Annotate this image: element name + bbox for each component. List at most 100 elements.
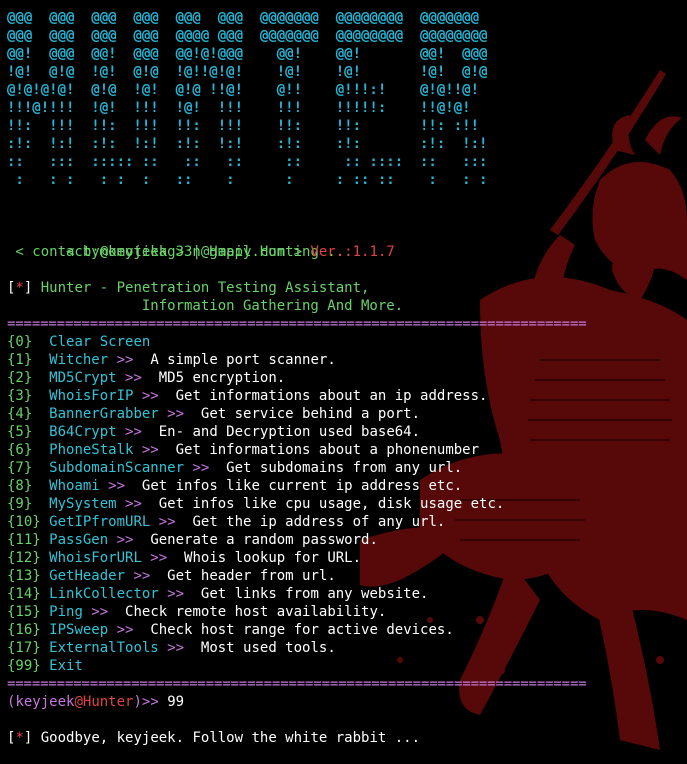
menu-item-name: MD5Crypt	[49, 370, 117, 386]
contact-line: < contact:nomotikag33n@gmail.com > Ver.:…	[7, 243, 682, 261]
menu-item-number: {13}	[7, 568, 41, 584]
credits-line: < by@keyjeek > | Happy Hunting ...	[7, 225, 682, 260]
menu-item[interactable]: {11} PassGen >> Generate a random passwo…	[7, 531, 682, 549]
menu-item-name: GetIPfromURL	[49, 514, 151, 530]
menu-item[interactable]: {14} LinkCollector >> Get links from any…	[7, 585, 682, 603]
menu-item-arrow: >>	[158, 640, 185, 656]
menu-item-arrow: >>	[150, 514, 176, 530]
menu-item-description: Most used tools.	[184, 640, 336, 656]
tool-title-line: [*] Hunter - Penetration Testing Assista…	[7, 280, 370, 296]
star-marker: *	[15, 280, 24, 296]
menu-item-arrow: >>	[133, 388, 159, 404]
menu-item-description: Get informations about a phonenumber	[158, 442, 480, 458]
menu-item[interactable]: {4} BannerGrabber >> Get service behind …	[7, 405, 682, 423]
tool-title: Hunter - Penetration Testing Assistant,	[32, 280, 370, 296]
banner-row: @@@ @@@ @@@ @@@ @@@@ @@@ @@@@@@@ @@@@@@@…	[7, 28, 488, 44]
menu-item-name: GetHeader	[49, 568, 126, 584]
menu-item-description: Get subdomains from any url.	[209, 460, 463, 476]
menu-item-spacer	[32, 334, 49, 350]
menu-item-number: {12}	[7, 550, 41, 566]
menu-list: {0} Clear Screen {1} Witcher >> A simple …	[7, 333, 682, 675]
menu-item-description: MD5 encryption.	[141, 370, 286, 386]
menu-item[interactable]: {5} B64Crypt >> En- and Decryption used …	[7, 423, 682, 441]
menu-item-description: Get infos like cpu usage, disk usage etc…	[141, 496, 505, 512]
menu-item[interactable]: {13} GetHeader >> Get header from url.	[7, 567, 682, 585]
menu-item[interactable]: {2} MD5Crypt >> MD5 encryption.	[7, 369, 682, 387]
menu-item-arrow: >>	[108, 622, 134, 638]
banner-row: : : : : : : :: : : : :: :: : : :	[7, 172, 488, 188]
menu-item-description: Get the ip address of any url.	[175, 514, 446, 530]
menu-item-spacer	[32, 370, 49, 386]
menu-item-spacer	[41, 568, 49, 584]
menu-item-name: IPSweep	[49, 622, 109, 638]
menu-item-spacer	[41, 604, 49, 620]
banner-row: :!: !:! :!: !:! :!: !:! :!: :!: :!: !:!	[7, 136, 488, 152]
tool-subtitle: Information Gathering And More.	[7, 298, 404, 314]
menu-item[interactable]: {15} Ping >> Check remote host availabil…	[7, 603, 682, 621]
menu-item[interactable]: {8} Whoami >> Get infos like current ip …	[7, 477, 682, 495]
menu-item-description: Get header from url.	[150, 568, 336, 584]
menu-item-name: Whoami	[49, 478, 100, 494]
menu-item-spacer	[32, 442, 49, 458]
menu-item-number: {1}	[7, 352, 33, 368]
menu-item-spacer	[41, 586, 49, 602]
menu-item-spacer	[32, 460, 49, 476]
star-marker: *	[15, 730, 24, 746]
menu-item-number: {14}	[7, 586, 41, 602]
menu-item-description: Get links from any website.	[184, 586, 429, 602]
separator-top: ========================================…	[7, 316, 587, 332]
menu-item-name: LinkCollector	[49, 586, 159, 602]
menu-item-spacer	[32, 406, 49, 422]
banner-row: @@! @@@ @@! @@@ @@!@!@@@ @@! @@! @@! @@@	[7, 46, 488, 62]
menu-item-name: WhoisForIP	[49, 388, 134, 404]
banner-row: :: ::: ::::: :: :: :: :: :: :::: :: :::	[7, 154, 488, 170]
menu-item-name: WhoisForURL	[49, 550, 142, 566]
menu-item[interactable]: {0} Clear Screen	[7, 333, 682, 351]
banner-row: !!: !!! !!: !!! !!: !!! !!: !!: !!: :!!	[7, 118, 480, 134]
menu-item-number: {16}	[7, 622, 41, 638]
menu-item-description: Generate a random password.	[133, 532, 378, 548]
menu-item-name: B64Crypt	[49, 424, 117, 440]
menu-item[interactable]: {7} SubdomainScanner >> Get subdomains f…	[7, 459, 682, 477]
menu-item[interactable]: {99} Exit	[7, 657, 682, 675]
menu-item-spacer	[32, 496, 49, 512]
banner-row: !@! @!@ !@! @!@ !@!!@!@! !@! !@! !@! @!@	[7, 64, 488, 80]
menu-item[interactable]: {9} MySystem >> Get infos like cpu usage…	[7, 495, 682, 513]
banner-row: @@@ @@@ @@@ @@@ @@@ @@@ @@@@@@@ @@@@@@@@…	[7, 10, 480, 26]
menu-item[interactable]: {10} GetIPfromURL >> Get the ip address …	[7, 513, 682, 531]
menu-item-number: {11}	[7, 532, 41, 548]
menu-item[interactable]: {1} Witcher >> A simple port scanner.	[7, 351, 682, 369]
menu-item-number: {7}	[7, 460, 33, 476]
menu-item-spacer	[32, 388, 49, 404]
version-value: 1.1.7	[352, 244, 395, 260]
menu-item-description: Get service behind a port.	[184, 406, 421, 422]
prompt-input[interactable]: 99	[159, 694, 184, 710]
menu-item-spacer	[41, 658, 49, 674]
menu-item-spacer	[41, 640, 49, 656]
menu-item-number: {9}	[7, 496, 33, 512]
menu-item-name: Exit	[49, 658, 83, 674]
menu-item-arrow: >>	[108, 532, 134, 548]
menu-item-spacer	[41, 532, 49, 548]
menu-item-arrow: >>	[116, 496, 142, 512]
menu-item-description: Get infos like current ip address etc.	[125, 478, 463, 494]
separator-bottom: ========================================…	[7, 676, 587, 692]
menu-item-spacer	[41, 550, 49, 566]
menu-item-description: En- and Decryption used base64.	[141, 424, 421, 440]
menu-item-name: MySystem	[49, 496, 117, 512]
prompt-user: keyjeek	[15, 694, 75, 710]
menu-item-number: {8}	[7, 478, 33, 494]
tool-subtitle-line: Information Gathering And More.	[7, 297, 682, 315]
menu-item-number: {2}	[7, 370, 33, 386]
menu-item[interactable]: {12} WhoisForURL >> Whois lookup for URL…	[7, 549, 682, 567]
menu-item[interactable]: {3} WhoisForIP >> Get informations about…	[7, 387, 682, 405]
menu-item[interactable]: {17} ExternalTools >> Most used tools.	[7, 639, 682, 657]
menu-item-number: {99}	[7, 658, 41, 674]
menu-item[interactable]: {6} PhoneStalk >> Get informations about…	[7, 441, 682, 459]
menu-item-description: Check host range for active devices.	[133, 622, 454, 638]
menu-item[interactable]: {16} IPSweep >> Check host range for act…	[7, 621, 682, 639]
menu-item-spacer	[32, 352, 49, 368]
menu-item-description: Check remote host availability.	[108, 604, 387, 620]
command-prompt[interactable]: (keyjeek@Hunter)>> 99	[7, 693, 682, 711]
menu-item-number: {4}	[7, 406, 33, 422]
